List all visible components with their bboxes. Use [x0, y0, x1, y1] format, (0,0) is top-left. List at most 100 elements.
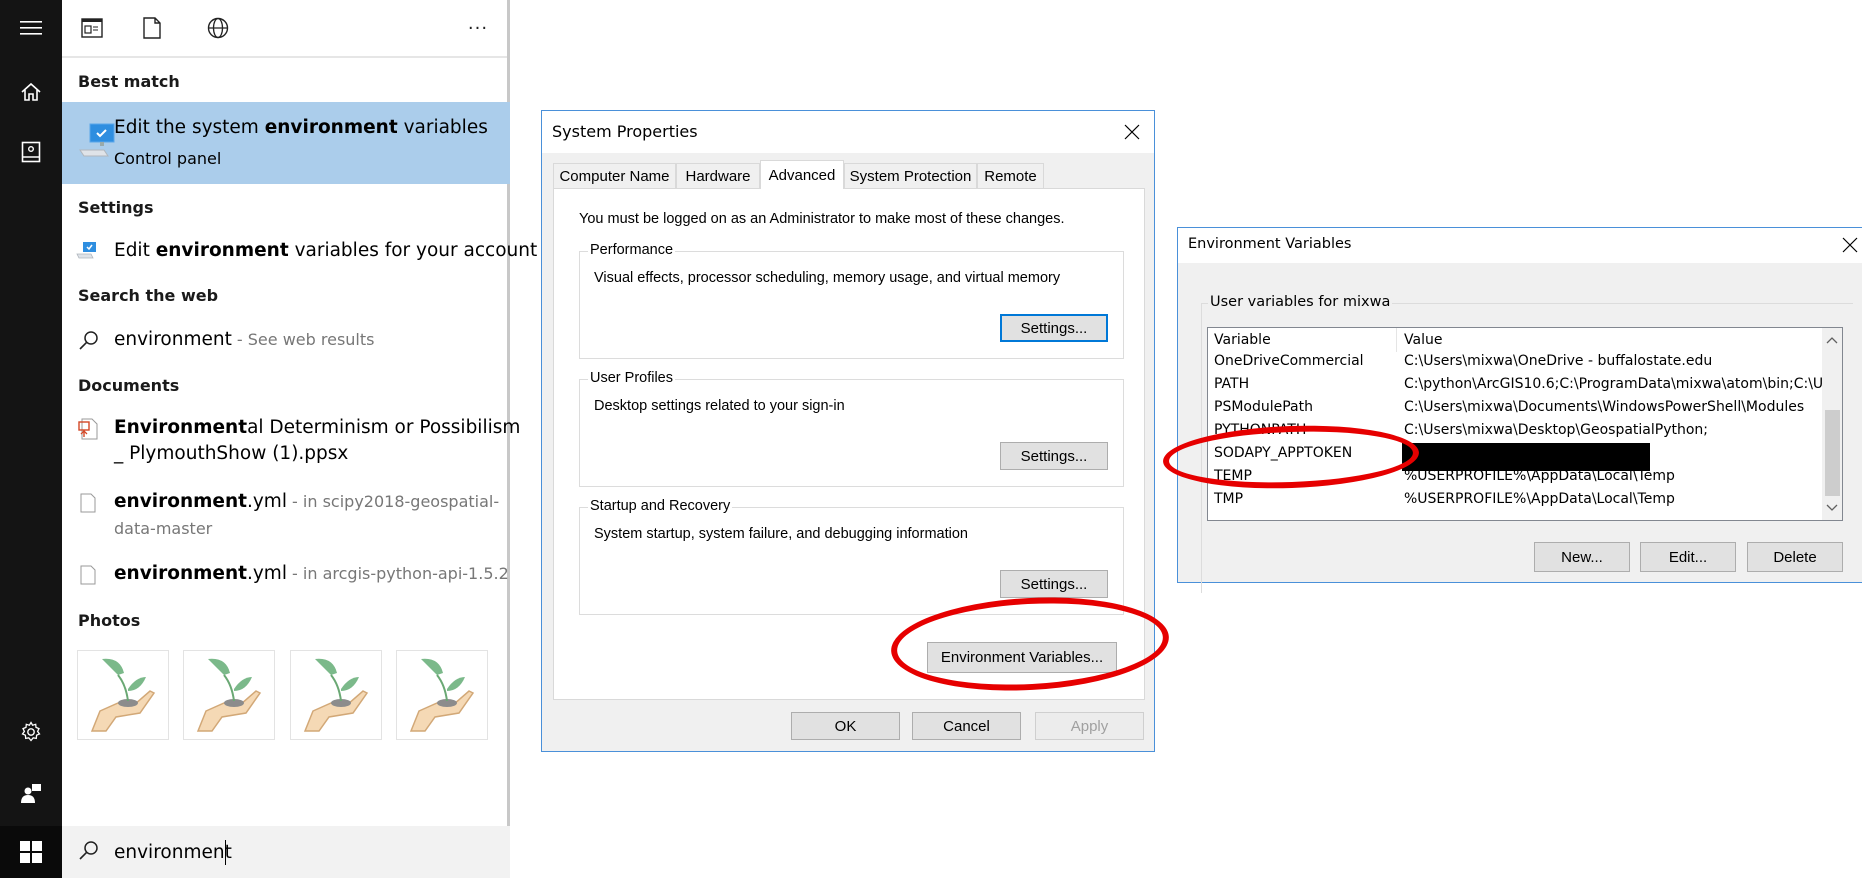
column-header-value[interactable]: Value: [1404, 332, 1442, 352]
tab-advanced[interactable]: Advanced: [760, 160, 844, 189]
feedback-icon[interactable]: [0, 770, 62, 818]
dialog-title: Environment Variables: [1188, 236, 1352, 252]
web-search-label: environment - See web results: [114, 329, 375, 350]
column-separator[interactable]: [1396, 328, 1397, 352]
plant-in-hand-icon: [184, 651, 274, 743]
column-header-variable[interactable]: Variable: [1214, 332, 1271, 352]
search-icon: [78, 840, 100, 866]
photo-result[interactable]: [396, 650, 488, 740]
hamburger-icon[interactable]: [0, 4, 62, 52]
photo-result[interactable]: [183, 650, 275, 740]
document-title: environment.yml - in arcgis-python-api-1…: [114, 563, 509, 584]
notebook-icon[interactable]: [0, 128, 62, 176]
user-variables-list[interactable]: Variable Value OneDriveCommercial C:\Use…: [1207, 327, 1843, 521]
group-label: User variables for mixwa: [1208, 294, 1393, 310]
globe-icon[interactable]: [202, 12, 234, 44]
vertical-scrollbar[interactable]: [1822, 328, 1842, 520]
start-search-panel: ··· Best match Edit the system environme…: [62, 0, 537, 878]
group-description: System startup, system failure, and debu…: [594, 526, 968, 542]
dialog-title: System Properties: [552, 122, 698, 141]
photo-result[interactable]: [290, 650, 382, 740]
app-window-icon[interactable]: [76, 12, 108, 44]
document-result[interactable]: Environmental Determinism or Possibilism…: [62, 412, 520, 470]
photo-result[interactable]: [77, 650, 169, 740]
best-match-title: Edit the system environment variables: [114, 117, 488, 138]
document-result[interactable]: environment.yml - in scipy2018-geospatia…: [62, 488, 510, 544]
document-result[interactable]: environment.yml - in arcgis-python-api-1…: [62, 560, 510, 592]
delete-variable-button[interactable]: Delete: [1747, 542, 1843, 572]
variable-value: %USERPROFILE%\AppData\Local\Temp: [1404, 491, 1675, 507]
windows-logo-icon[interactable]: [0, 826, 62, 878]
section-photos: Photos: [78, 611, 141, 630]
more-options-button[interactable]: ···: [462, 12, 494, 44]
section-documents: Documents: [78, 376, 180, 395]
search-input[interactable]: [114, 838, 494, 866]
performance-settings-button[interactable]: Settings...: [1000, 314, 1108, 342]
computer-settings-icon: [78, 120, 118, 164]
environment-variables-dialog: Environment Variables User variables for…: [1177, 227, 1862, 593]
apply-button[interactable]: Apply: [1035, 712, 1144, 740]
variable-name: PSModulePath: [1214, 399, 1313, 415]
computer-settings-icon: [76, 240, 98, 264]
group-label: Performance: [588, 242, 676, 258]
title-bar[interactable]: System Properties: [542, 111, 1154, 153]
title-bar[interactable]: Environment Variables: [1178, 228, 1862, 263]
section-settings: Settings: [78, 198, 154, 217]
table-row[interactable]: PYTHONPATH C:\Users\mixwa\Desktop\Geospa…: [1208, 420, 1808, 443]
section-search-web: Search the web: [78, 286, 219, 305]
plant-in-hand-icon: [397, 651, 487, 743]
variable-name: PYTHONPATH: [1214, 422, 1307, 438]
close-icon[interactable]: [1830, 229, 1862, 261]
document-location-line2: data-master: [114, 519, 213, 538]
document-title: environment.yml - in scipy2018-geospatia…: [114, 491, 500, 512]
document-title-line2: _ PlymouthShow (1).ppsx: [114, 443, 349, 464]
new-variable-button[interactable]: New...: [1534, 542, 1630, 572]
variable-value: C:\Users\mixwa\Desktop\GeospatialPython;: [1404, 422, 1709, 438]
user-profiles-settings-button[interactable]: Settings...: [1000, 442, 1108, 470]
scrollbar-thumb[interactable]: [1825, 410, 1840, 496]
variable-value: C:\Users\mixwa\OneDrive - buffalostate.e…: [1404, 353, 1713, 369]
group-description: Visual effects, processor scheduling, me…: [594, 270, 1061, 286]
chevron-down-icon[interactable]: [1826, 500, 1838, 516]
table-row[interactable]: PSModulePath C:\Users\mixwa\Documents\Wi…: [1208, 397, 1808, 420]
table-row[interactable]: SODAPY_APPTOKEN: [1208, 443, 1808, 471]
gear-icon[interactable]: [0, 708, 62, 756]
tab-hardware[interactable]: Hardware: [676, 163, 760, 188]
tab-computer-name[interactable]: Computer Name: [553, 163, 676, 188]
powerpoint-file-icon: [78, 418, 98, 444]
variable-name: TMP: [1214, 491, 1244, 507]
startup-recovery-settings-button[interactable]: Settings...: [1000, 570, 1108, 598]
user-profiles-group: User Profiles Desktop settings related t…: [579, 370, 1124, 487]
variable-name: OneDriveCommercial: [1214, 353, 1364, 369]
file-icon: [80, 493, 96, 517]
document-title: Environmental Determinism or Possibilism: [114, 417, 521, 438]
settings-result[interactable]: Edit environment variables for your acco…: [62, 232, 537, 270]
variable-name: TEMP: [1214, 468, 1252, 484]
home-icon[interactable]: [0, 68, 62, 116]
variable-name: SODAPY_APPTOKEN: [1214, 445, 1353, 461]
best-match-result[interactable]: Edit the system environment variables Co…: [62, 102, 510, 184]
group-label: Startup and Recovery: [588, 498, 733, 514]
start-rail: [0, 0, 62, 878]
table-row[interactable]: OneDriveCommercial C:\Users\mixwa\OneDri…: [1208, 351, 1808, 374]
close-icon[interactable]: [1112, 116, 1152, 148]
table-row[interactable]: PATH C:\python\ArcGIS10.6;C:\ProgramData…: [1208, 374, 1842, 397]
document-icon[interactable]: [136, 12, 168, 44]
variable-value: %USERPROFILE%\AppData\Local\Temp: [1404, 468, 1675, 484]
web-search-result[interactable]: environment - See web results: [62, 322, 510, 358]
search-filter-toolbar: ···: [62, 0, 507, 58]
table-row[interactable]: TMP %USERPROFILE%\AppData\Local\Temp: [1208, 489, 1808, 512]
tab-remote[interactable]: Remote: [977, 163, 1044, 188]
environment-variables-button[interactable]: Environment Variables...: [927, 642, 1117, 673]
chevron-up-icon[interactable]: [1826, 332, 1838, 348]
search-icon: [78, 330, 100, 356]
ok-button[interactable]: OK: [791, 712, 900, 740]
text-caret: [225, 840, 226, 865]
tab-system-protection[interactable]: System Protection: [844, 163, 977, 188]
edit-variable-button[interactable]: Edit...: [1640, 542, 1736, 572]
group-label: User Profiles: [588, 370, 675, 386]
search-bar: [62, 826, 510, 878]
variable-value: C:\python\ArcGIS10.6;C:\ProgramData\mixw…: [1404, 376, 1843, 392]
cancel-button[interactable]: Cancel: [912, 712, 1021, 740]
table-row[interactable]: TEMP %USERPROFILE%\AppData\Local\Temp: [1208, 466, 1808, 489]
